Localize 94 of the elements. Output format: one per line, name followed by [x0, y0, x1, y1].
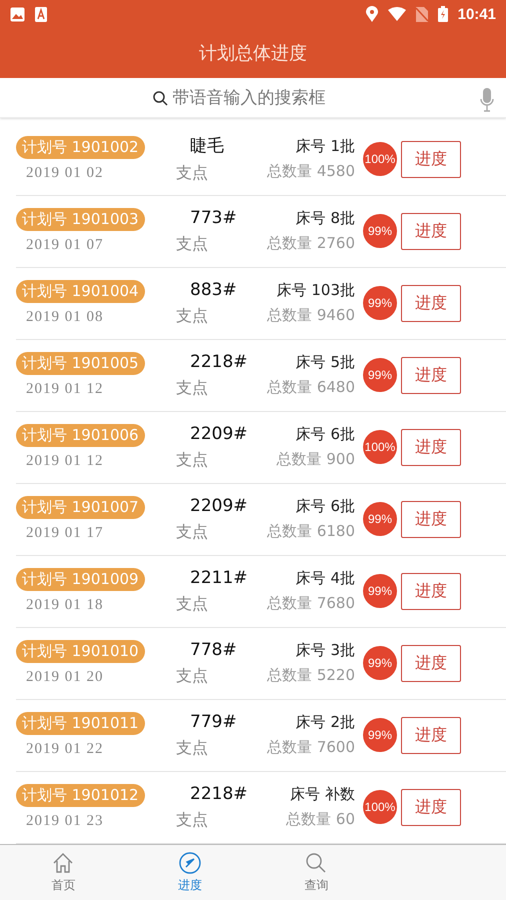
unit-text: 支点	[175, 666, 209, 687]
unit-text: 支点	[175, 522, 209, 543]
plan-date: 2019 01 12	[25, 453, 104, 470]
compass-icon	[178, 850, 202, 875]
spec-text: 779#	[189, 712, 238, 732]
plan-number-badge: 计划号 1901007	[16, 496, 145, 520]
wifi-icon	[388, 7, 406, 21]
bed-number: 床号 5批	[296, 353, 355, 372]
progress-pie: 99%	[363, 358, 397, 392]
unit-text: 支点	[175, 738, 209, 759]
total-quantity: 总数量 7600	[267, 738, 355, 758]
plan-number-badge: 计划号 1901012	[16, 784, 145, 808]
unit-text: 支点	[175, 594, 209, 615]
progress-button[interactable]: 进度	[401, 572, 461, 610]
plan-date: 2019 01 23	[25, 813, 104, 830]
progress-pie: 99%	[363, 502, 397, 536]
spec-text: 睫毛	[189, 135, 225, 158]
total-quantity: 总数量 4580	[267, 162, 355, 182]
spec-text: 2209#	[189, 496, 249, 516]
plan-number-badge: 计划号 1901009	[16, 568, 145, 592]
plan-date: 2019 01 02	[25, 165, 104, 182]
plan-date: 2019 01 08	[25, 309, 104, 326]
spec-text: 2218#	[189, 352, 249, 372]
bed-number: 床号 1批	[296, 137, 355, 156]
total-quantity: 总数量 2760	[267, 234, 355, 254]
spec-text: 778#	[189, 640, 238, 660]
progress-button[interactable]: 进度	[401, 716, 461, 754]
app-icon	[35, 6, 47, 22]
total-quantity: 总数量 7680	[267, 594, 355, 614]
nav-tab[interactable]: 首页	[0, 844, 126, 900]
unit-text: 支点	[175, 163, 209, 184]
nav-tab[interactable]: 查询	[253, 844, 380, 900]
plan-date: 2019 01 17	[25, 525, 104, 542]
progress-button[interactable]: 进度	[401, 644, 461, 682]
spec-text: 773#	[189, 208, 238, 228]
unit-text: 支点	[175, 234, 209, 255]
progress-pie: 99%	[363, 214, 397, 248]
total-quantity: 总数量 6480	[267, 378, 355, 398]
bed-number: 床号 补数	[290, 785, 355, 804]
plan-date: 2019 01 20	[25, 669, 104, 686]
unit-text: 支点	[175, 306, 209, 327]
progress-button[interactable]: 进度	[401, 356, 461, 394]
progress-button[interactable]: 进度	[401, 788, 461, 826]
search-icon	[152, 90, 168, 106]
spec-text: 883#	[189, 280, 238, 300]
plan-number-badge: 计划号 1901003	[16, 208, 145, 232]
progress-button[interactable]: 进度	[401, 500, 461, 538]
bed-number: 床号 6批	[296, 497, 355, 516]
plan-number-badge: 计划号 1901005	[16, 352, 145, 376]
progress-pie: 100%	[363, 142, 397, 176]
plan-number-badge: 计划号 1901002	[16, 136, 145, 160]
unit-text: 支点	[175, 378, 209, 399]
total-quantity: 总数量 9460	[267, 306, 355, 326]
no-sim-icon	[416, 6, 428, 22]
progress-button[interactable]: 进度	[401, 284, 461, 322]
unit-text: 支点	[175, 450, 209, 471]
progress-pie: 99%	[363, 718, 397, 752]
plan-date: 2019 01 22	[25, 741, 104, 758]
spec-text: 2209#	[189, 424, 249, 444]
battery-icon	[438, 6, 448, 22]
progress-button[interactable]: 进度	[401, 428, 461, 466]
bed-number: 床号 8批	[296, 209, 355, 228]
bed-number: 床号 3批	[296, 641, 355, 660]
total-quantity: 总数量 5220	[267, 666, 355, 686]
plan-date: 2019 01 12	[25, 381, 104, 398]
progress-button[interactable]: 进度	[401, 212, 461, 250]
bed-number: 床号 2批	[296, 713, 355, 732]
plan-date: 2019 01 18	[25, 597, 104, 614]
plan-number-badge: 计划号 1901010	[16, 640, 145, 664]
plan-date: 2019 01 07	[25, 237, 104, 254]
page-title: 计划总体进度	[198, 42, 308, 66]
nav-tab[interactable]: 进度	[126, 844, 253, 900]
bed-number: 床号 6批	[296, 425, 355, 444]
microphone-icon[interactable]	[480, 88, 494, 112]
image-icon	[10, 6, 25, 22]
progress-pie: 100%	[363, 430, 397, 464]
location-icon	[366, 6, 378, 22]
spec-text: 2211#	[189, 568, 249, 588]
total-quantity: 总数量 900	[276, 450, 355, 470]
unit-text: 支点	[175, 810, 209, 831]
progress-pie: 99%	[363, 646, 397, 680]
progress-pie: 99%	[363, 574, 397, 608]
bed-number: 床号 103批	[276, 281, 355, 300]
total-quantity: 总数量 6180	[267, 522, 355, 542]
status-time: 10:41	[458, 6, 496, 22]
bed-number: 床号 4批	[296, 569, 355, 588]
progress-pie: 100%	[363, 790, 397, 824]
plan-number-badge: 计划号 1901011	[16, 712, 145, 736]
plan-number-badge: 计划号 1901006	[16, 424, 145, 448]
progress-pie: 99%	[363, 286, 397, 320]
plan-number-badge: 计划号 1901004	[16, 280, 145, 304]
total-quantity: 总数量 60	[286, 810, 355, 830]
progress-button[interactable]: 进度	[401, 140, 461, 178]
spec-text: 2218#	[189, 784, 249, 804]
